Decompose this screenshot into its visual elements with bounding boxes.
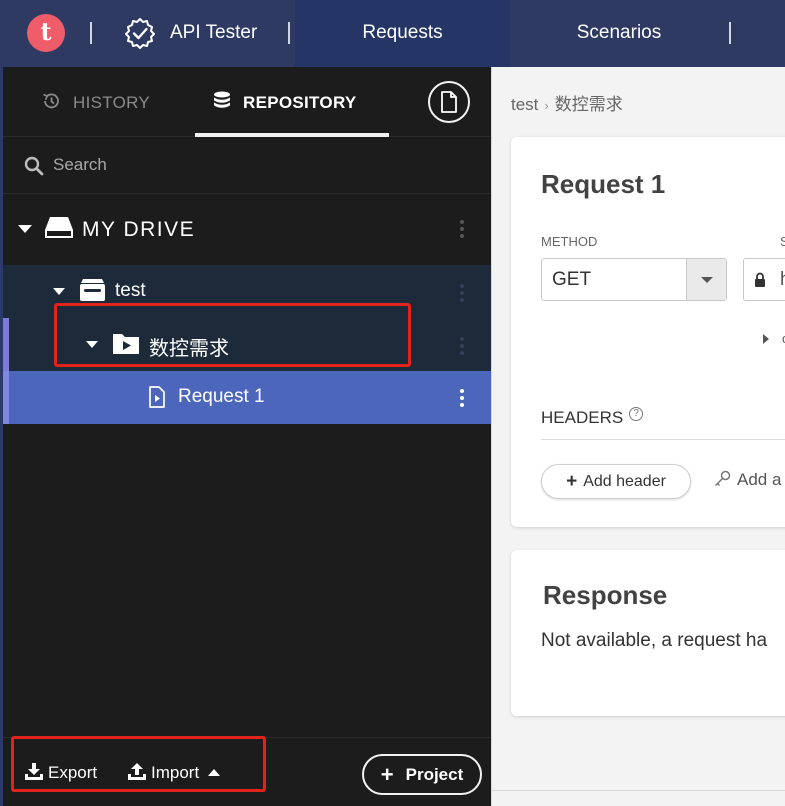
tree-item-my-drive[interactable]: MY DRIVE — [3, 195, 491, 265]
add-header-button[interactable]: + Add header — [541, 464, 691, 499]
tree-item-request[interactable]: Request 1 — [3, 371, 491, 424]
new-document-button[interactable] — [428, 81, 470, 123]
headers-label-text: HEADERS — [541, 408, 624, 427]
lock-icon — [755, 272, 765, 287]
repository-footer: Export Import + Project — [3, 736, 491, 806]
divider — [729, 22, 731, 44]
add-authorization-label: Add a — [737, 470, 782, 489]
more-options-icon[interactable] — [460, 284, 464, 305]
url-input[interactable]: h — [743, 258, 785, 301]
scheme-label: S — [780, 234, 785, 249]
breadcrumb: test › 数控需求 — [511, 90, 623, 115]
tree-item-label: test — [115, 280, 146, 301]
tree-item-label: Request 1 — [178, 386, 265, 407]
top-bar: t API Tester Requests Scenarios — [0, 0, 785, 67]
request-editor: test › 数控需求 Request 1 METHOD S GET h c HEA… — [491, 67, 785, 806]
tab-history[interactable]: HISTORY — [41, 91, 150, 113]
expand-triangle-icon[interactable] — [763, 334, 769, 344]
url-value: h — [780, 269, 785, 291]
headers-label: HEADERS? — [541, 407, 644, 428]
add-project-button[interactable]: + Project — [362, 754, 482, 795]
panel-tabs: HISTORY REPOSITORY — [3, 67, 491, 137]
drive-icon — [45, 217, 73, 238]
caret-down-icon[interactable] — [18, 225, 32, 234]
divider — [288, 22, 290, 44]
app-logo[interactable]: t — [27, 14, 65, 52]
request-card: Request 1 METHOD S GET h c HEADERS? +Add… — [511, 137, 785, 527]
caret-down-icon[interactable] — [53, 288, 65, 296]
response-card: Response Not available, a request ha — [511, 550, 785, 716]
repository-panel: HISTORY REPOSITORY MY — [0, 67, 491, 806]
response-message: Not available, a request ha — [541, 630, 768, 651]
key-icon — [714, 470, 731, 487]
divider — [492, 790, 785, 791]
tab-repository-label: REPOSITORY — [243, 93, 357, 112]
history-icon — [43, 93, 59, 109]
plus-icon: + — [566, 470, 578, 492]
dropdown-arrow-icon[interactable] — [686, 259, 726, 300]
method-label: METHOD — [541, 234, 598, 249]
add-authorization-button[interactable]: Add a — [714, 470, 781, 490]
more-options-icon[interactable] — [460, 389, 464, 410]
divider — [541, 439, 785, 440]
search-bar — [3, 137, 491, 194]
plus-icon: + — [380, 761, 394, 787]
tab-repository[interactable]: REPOSITORY — [213, 91, 357, 113]
chevron-right-icon: › — [544, 98, 549, 113]
archive-box-icon — [80, 279, 105, 301]
document-icon — [441, 91, 457, 113]
tree-item-label: MY DRIVE — [82, 218, 196, 241]
divider — [90, 22, 92, 44]
breadcrumb-folder[interactable]: 数控需求 — [555, 95, 623, 114]
search-input[interactable] — [53, 152, 453, 178]
highlight-box — [54, 303, 411, 367]
add-header-label: Add header — [583, 472, 666, 490]
check-badge-icon — [125, 18, 155, 49]
more-options-icon[interactable] — [460, 337, 464, 358]
add-project-label: Project — [405, 764, 464, 784]
tab-requests[interactable]: Requests — [295, 0, 510, 67]
request-title[interactable]: Request 1 — [541, 169, 665, 200]
app-name[interactable]: API Tester — [170, 22, 257, 44]
search-icon — [24, 156, 44, 176]
method-value: GET — [552, 269, 592, 290]
request-file-icon — [149, 386, 165, 408]
tab-scenarios[interactable]: Scenarios — [510, 0, 728, 67]
response-title: Response — [543, 580, 668, 610]
help-icon[interactable]: ? — [629, 407, 644, 421]
highlight-box — [11, 736, 266, 792]
breadcrumb-project[interactable]: test — [511, 95, 538, 114]
tab-history-label: HISTORY — [73, 93, 151, 112]
more-options-icon[interactable] — [460, 220, 464, 241]
database-icon — [214, 91, 230, 108]
method-select[interactable]: GET — [541, 258, 727, 301]
